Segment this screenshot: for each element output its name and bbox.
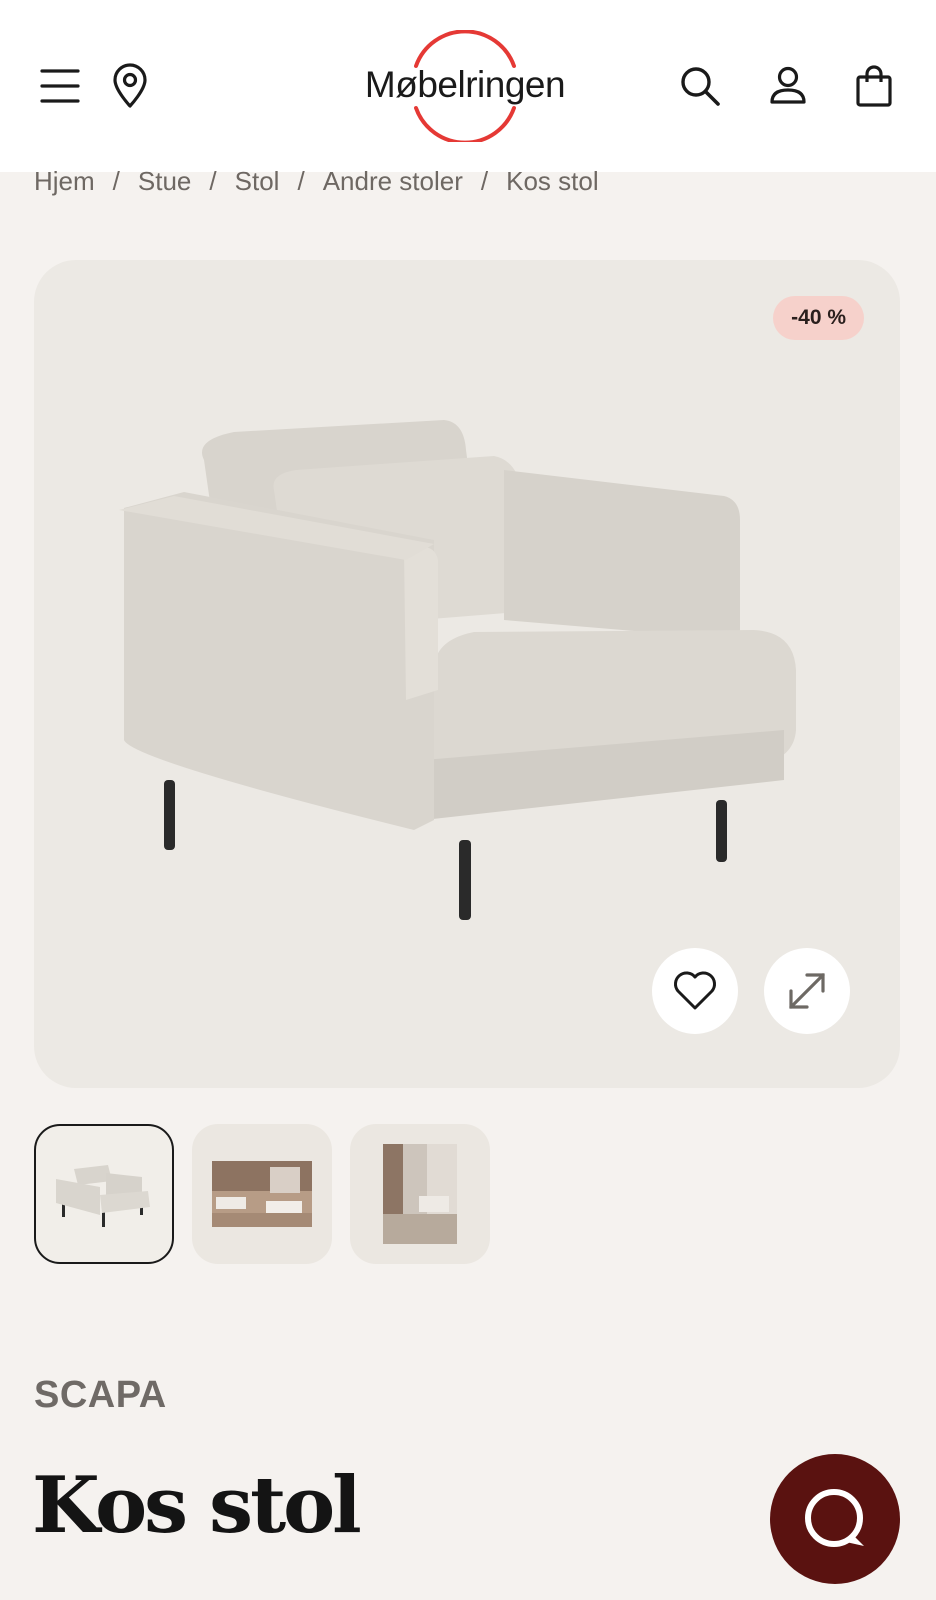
menu-icon[interactable]	[38, 64, 82, 108]
site-header: Møbelringen	[0, 0, 936, 172]
thumbnail-armchair-image	[56, 1165, 150, 1227]
breadcrumb-item-hjem[interactable]: Hjem	[34, 166, 95, 197]
search-icon[interactable]	[678, 64, 722, 108]
product-brand[interactable]: SCAPA	[34, 1374, 167, 1417]
breadcrumb-separator: /	[209, 166, 217, 196]
expand-icon	[789, 973, 825, 1009]
favorite-button[interactable]	[652, 948, 738, 1034]
product-image-armchair	[119, 420, 796, 920]
expand-image-button[interactable]	[764, 948, 850, 1034]
shopping-bag-icon[interactable]	[852, 62, 896, 110]
thumbnail-2[interactable]	[192, 1124, 332, 1264]
heart-icon	[674, 971, 716, 1010]
breadcrumb-separator: /	[297, 166, 305, 196]
breadcrumb-item-current: Kos stol	[506, 166, 599, 196]
breadcrumb-separator: /	[480, 166, 489, 196]
thumbnail-1[interactable]	[34, 1124, 174, 1264]
thumbnail-strip	[34, 1124, 490, 1264]
breadcrumb-item-stol[interactable]: Stol	[235, 166, 280, 197]
thumbnail-living-room-image	[212, 1161, 312, 1227]
product-image-gallery[interactable]: -40 %	[34, 260, 900, 1088]
user-icon[interactable]	[766, 64, 810, 108]
thumbnail-3[interactable]	[350, 1124, 490, 1264]
thumbnail-room-image	[383, 1144, 457, 1244]
logo-text: Møbelringen	[364, 64, 566, 105]
breadcrumb-item-andre-stoler[interactable]: Andre stoler	[323, 166, 463, 197]
breadcrumb-item-stue[interactable]: Stue	[138, 166, 192, 197]
product-title: Kos stol	[32, 1460, 362, 1551]
chat-bubble-icon	[805, 1489, 864, 1547]
chat-button[interactable]	[770, 1454, 900, 1584]
breadcrumb: Hjem / Stue / Stol / Andre stoler / Kos …	[34, 166, 599, 197]
location-pin-icon[interactable]	[108, 62, 152, 110]
brand-logo[interactable]: Møbelringen	[330, 30, 600, 142]
breadcrumb-separator: /	[112, 166, 120, 196]
